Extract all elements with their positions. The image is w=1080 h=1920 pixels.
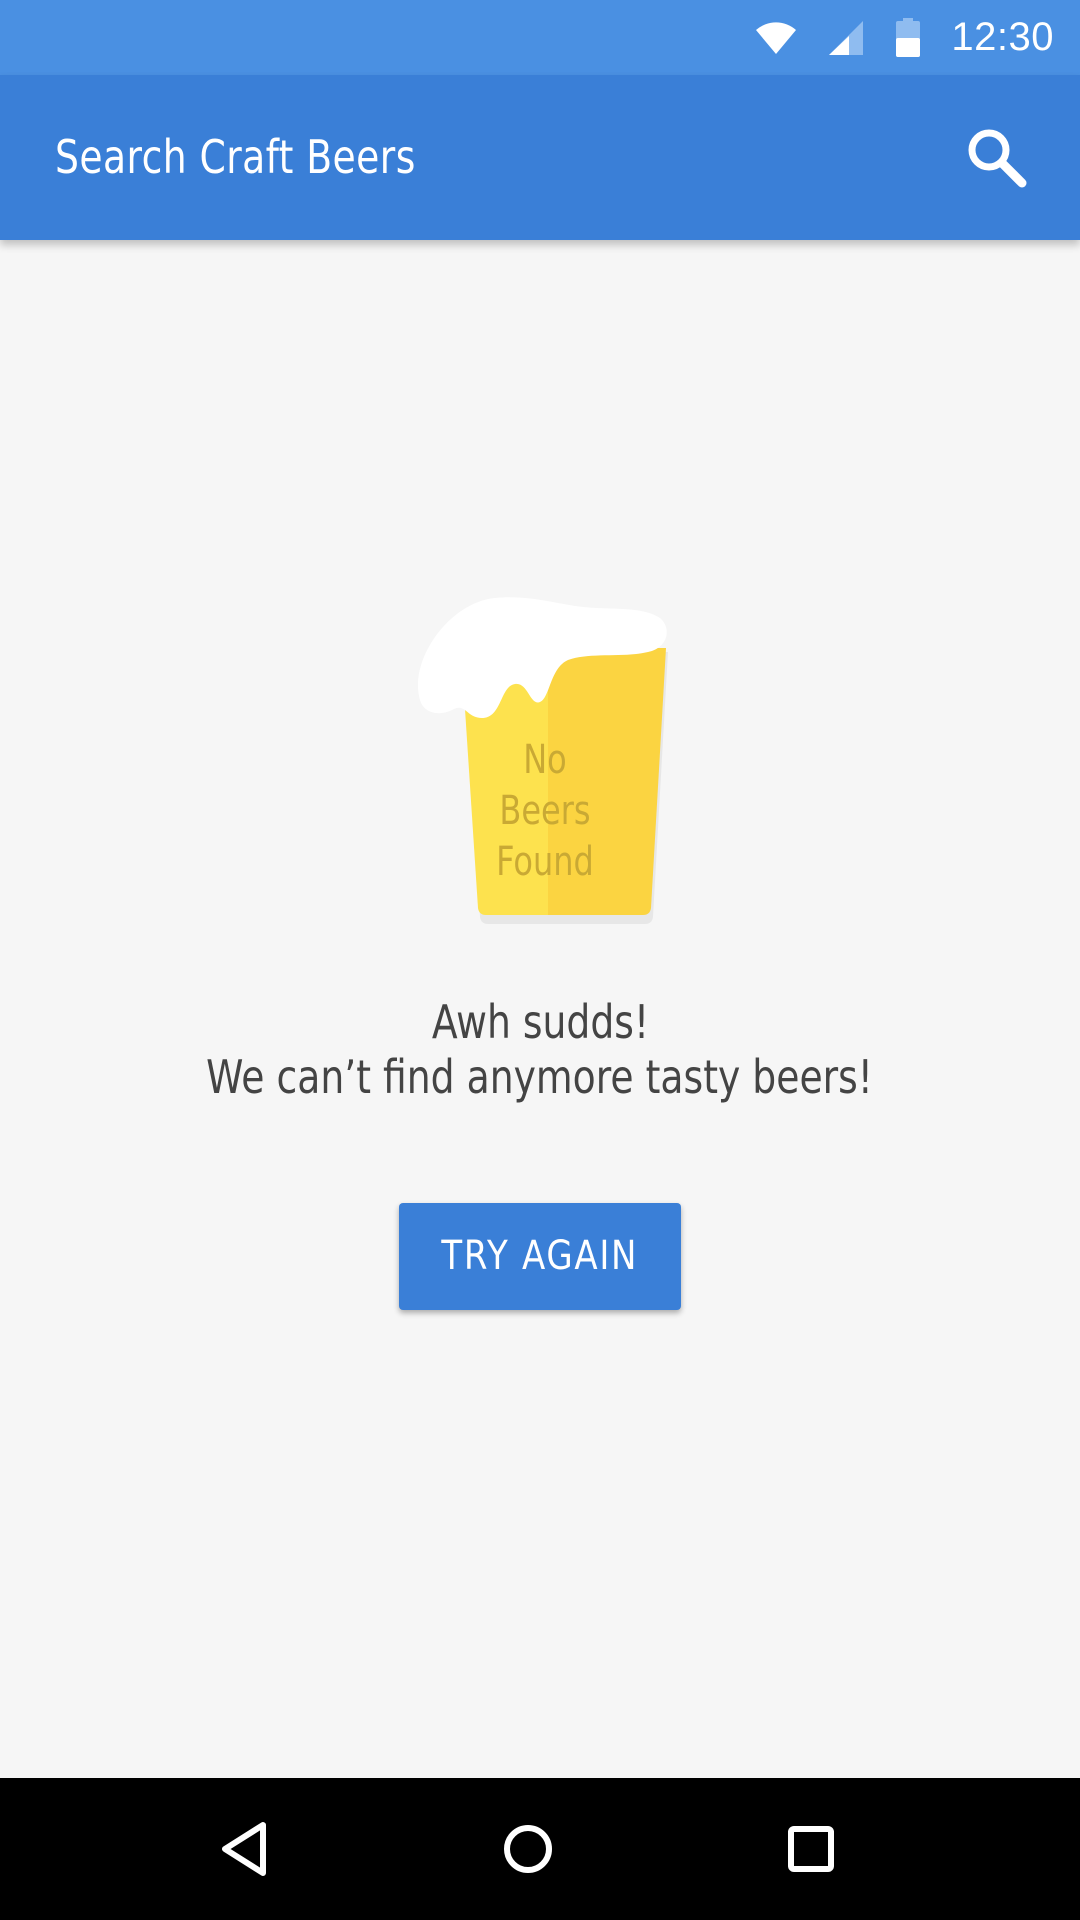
glass-label-line: Found [496,839,594,885]
status-icons: 12:30 [755,0,1054,75]
status-time: 12:30 [951,15,1054,59]
navigation-bar [0,1778,1080,1920]
empty-state-heading: Awh sudds! [431,995,649,1049]
recents-icon [788,1826,834,1872]
search-icon [968,129,1027,188]
empty-state-message: Awh sudds! We can’t find anymore tasty b… [0,995,1080,1105]
cellular-signal-icon [829,20,864,55]
try-again-button[interactable]: TRY AGAIN [399,1203,681,1310]
home-icon [504,1825,552,1873]
search-button[interactable] [964,125,1030,191]
recents-button[interactable] [771,1809,851,1889]
app-bar: Search Craft Beers [0,75,1080,240]
glass-label: No Beers Found [485,735,605,888]
glass-label-line: No [523,737,567,783]
battery-icon [896,17,921,57]
screen: 12:30 Search Craft Beers No Beers Found [0,0,1080,1920]
home-button[interactable] [488,1809,568,1889]
back-button[interactable] [205,1809,285,1889]
try-again-label: TRY AGAIN [441,1233,639,1279]
page-title: Search Craft Beers [55,130,416,184]
empty-state-subheading: We can’t find anymore tasty beers! [206,1050,874,1104]
back-icon [222,1822,266,1876]
status-bar: 12:30 [0,0,1080,75]
glass-label-line: Beers [499,788,591,834]
beer-glass-illustration: No Beers Found [400,590,680,930]
wifi-icon [756,21,797,54]
